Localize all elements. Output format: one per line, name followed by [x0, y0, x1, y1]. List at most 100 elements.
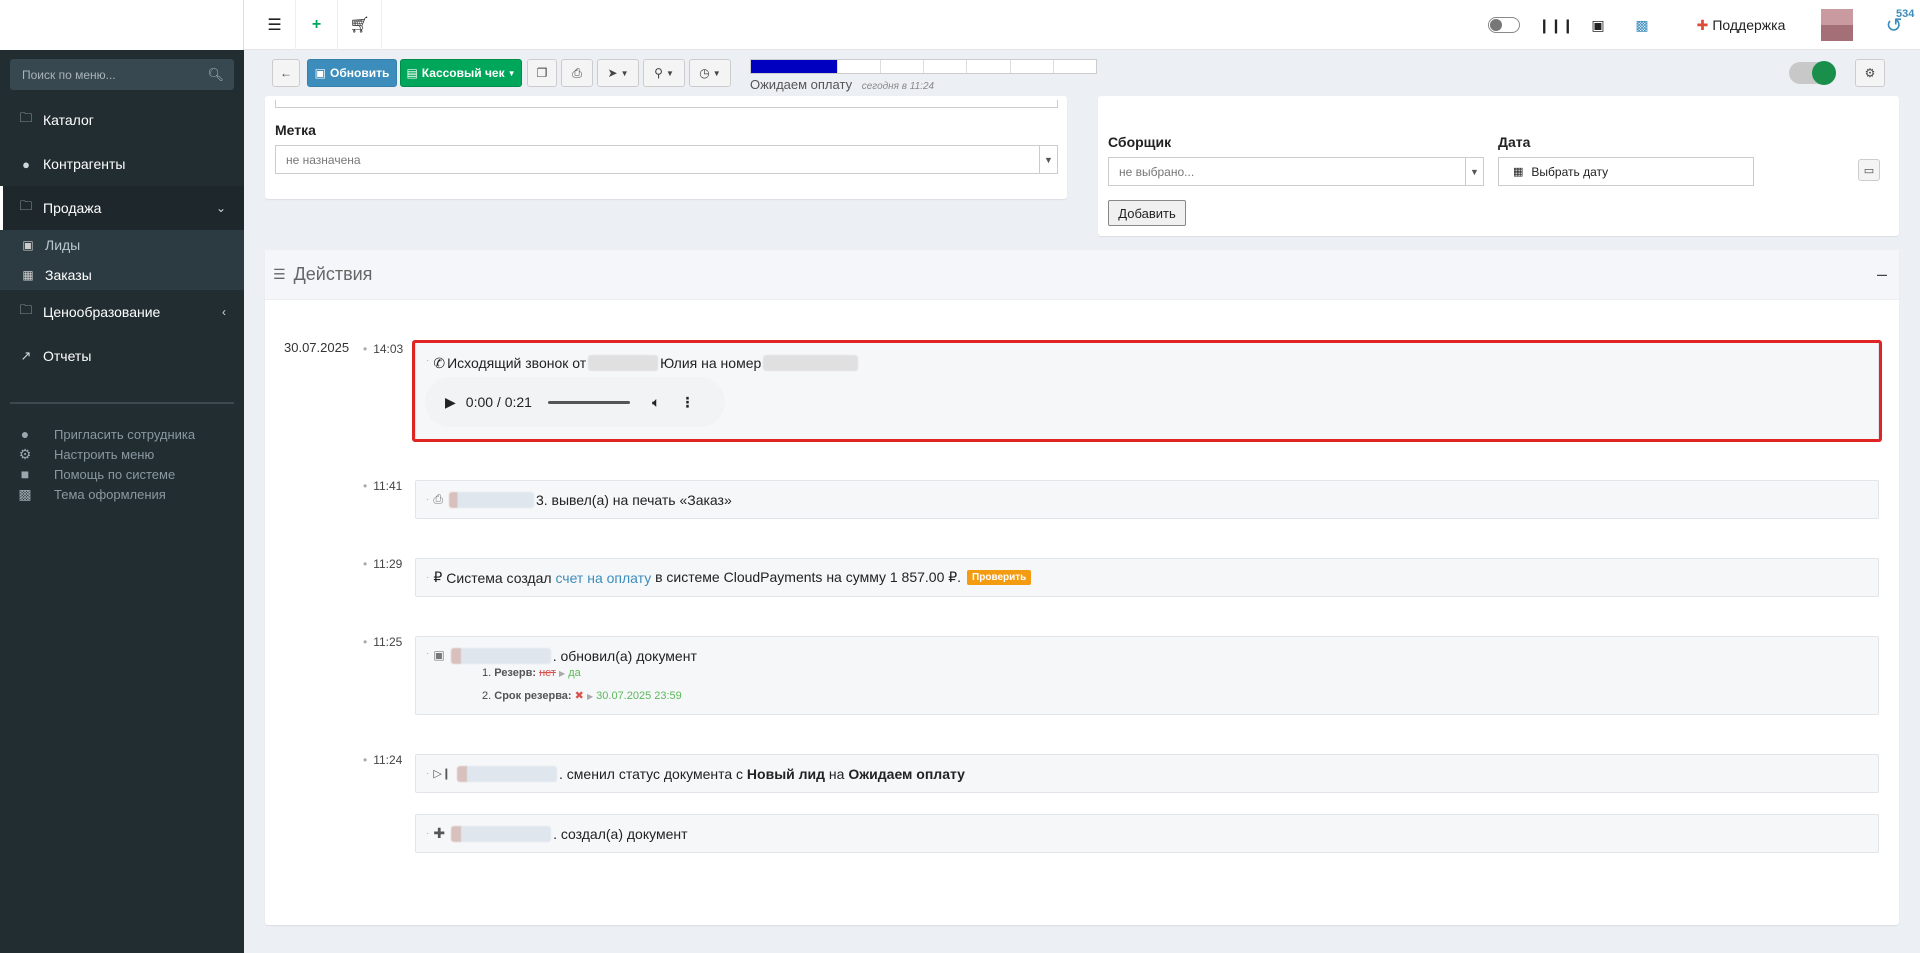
highlight-box — [412, 340, 1882, 442]
print-icon: ⎙ — [572, 65, 582, 80]
sidebar-subitem-label: Заказы — [45, 267, 92, 283]
clock-icon: ◷ — [699, 66, 710, 80]
sidebar-item-label: Контрагенты — [43, 156, 126, 172]
sidebar-item-reports[interactable]: ↗ Отчеты — [0, 334, 244, 378]
caret-down-icon: ▼ — [712, 68, 721, 78]
status-change-entry: · ▷❙ . сменил статус документа с Новый л… — [415, 754, 1879, 793]
users-icon: ● — [22, 156, 30, 172]
back-button[interactable]: ← — [272, 59, 300, 87]
sidebar-subitem-orders[interactable]: ▦ Заказы — [0, 260, 244, 290]
collapse-icon[interactable]: – — [1877, 264, 1887, 285]
theme-toggle[interactable] — [1484, 0, 1524, 50]
invoice-link[interactable]: счет на оплату — [555, 570, 651, 586]
status-progress-fill — [751, 60, 838, 73]
top-bar: ☰ + 🛒︎ ❙❙❙ ▣ ▩ ✚ Поддержка ↺ 534 — [244, 0, 1920, 50]
settings-button[interactable]: ⚙ — [1855, 59, 1885, 87]
sidebar-item-pricing[interactable]: 🗀︎ Ценообразование ‹ — [0, 290, 244, 334]
sidebar-extra-label: Помощь по системе — [54, 466, 176, 482]
tag-select[interactable]: не назначена ▼ — [275, 145, 1058, 174]
caret-down-icon: ▼ — [507, 68, 516, 78]
document-toolbar: ← ▣ Обновить ▤ Кассовый чек ▼ ❐ ⎙ ➤ ▼ ⚲ ▼ … — [265, 50, 1904, 96]
date-button-label: Выбрать дату — [1531, 164, 1609, 179]
status-time: сегодня в 11:24 — [861, 81, 935, 92]
cross-icon: ✖ — [574, 690, 584, 702]
field-remnant — [275, 100, 1058, 108]
arrow-left-icon: ← — [280, 66, 292, 80]
save-icon: ▣ — [433, 648, 445, 662]
timeline-time: 11:29 — [363, 557, 402, 571]
sidebar-item-label: Продажа — [43, 200, 102, 216]
print-button[interactable]: ⎙ — [561, 59, 593, 87]
chart-icon: ↗ — [20, 348, 32, 363]
history-dropdown-button[interactable]: ◷ ▼ — [689, 59, 731, 87]
history-button[interactable]: ↺ 534 — [1872, 0, 1916, 50]
chevron-left-icon: ‹ — [222, 305, 226, 319]
status-progress-bar — [750, 59, 1097, 74]
tag-label: Метка — [275, 122, 316, 138]
sidebar-item-label: Отчеты — [43, 348, 92, 364]
detail-old-value: нет — [539, 667, 556, 679]
detail-row-1: 1. Резерв: нет ▶ да — [482, 667, 581, 679]
print-icon: ⎙ — [433, 492, 443, 506]
sidebar-item-contractors[interactable]: ● Контрагенты — [0, 142, 244, 186]
search-icon[interactable]: 🔍︎ — [207, 67, 224, 83]
timeline-time: 11:24 — [363, 753, 402, 767]
date-label: Дата — [1498, 134, 1531, 150]
notification-count: 534 — [1896, 8, 1915, 20]
add-button[interactable]: Добавить — [1108, 200, 1186, 226]
picker-select[interactable]: не выбрано... ▼ — [1108, 157, 1484, 186]
calendar-icon[interactable]: ▣ — [1578, 0, 1618, 50]
grid-icon: ▦ — [1513, 166, 1524, 178]
menu-search-input[interactable] — [22, 67, 208, 82]
avatar — [1821, 9, 1853, 41]
date-picker-button[interactable]: ▦ Выбрать дату — [1498, 157, 1754, 186]
user-avatar-button[interactable] — [1812, 0, 1862, 50]
detail-row-2: 2. Срок резерва: ✖ ▶ 30.07.2025 23:59 — [482, 689, 682, 702]
sidebar-extra-help[interactable]: ■ Помощь по системе — [0, 464, 244, 484]
redacted-user — [450, 648, 551, 664]
status-to: Ожидаем оплату — [848, 765, 965, 782]
payment-text-b: в системе CloudPayments на сумму 1 857.0… — [655, 569, 962, 585]
sidebar-item-sales[interactable]: 🗀︎ Продажа ⌄ — [0, 186, 244, 230]
print-entry: · ⎙ 3. вывел(а) на печать «Заказ» — [415, 480, 1879, 519]
update-entry: · ▣ . обновил(а) документ — [415, 636, 1879, 715]
hamburger-menu-icon[interactable]: ☰ — [254, 0, 296, 50]
receipt-button[interactable]: ▤ Кассовый чек ▼ — [400, 59, 522, 87]
sidebar-extra-theme[interactable]: ▩ Тема оформления — [0, 484, 244, 504]
table-icon: ▤ — [406, 66, 418, 80]
menu-search[interactable]: 🔍︎ — [10, 59, 234, 90]
send-button[interactable]: ➤ ▼ — [597, 59, 639, 87]
sidebar-extra-invite[interactable]: ● Пригласить сотрудника — [0, 424, 244, 444]
picker-label: Сборщик — [1108, 134, 1172, 150]
support-label: Поддержка — [1712, 17, 1786, 33]
detail-number: 1. — [482, 667, 492, 679]
redacted-user — [451, 825, 552, 842]
folder-icon: 🗀︎ — [19, 110, 33, 125]
detail-key: Резерв: — [494, 667, 537, 679]
folder-icon: 🗀︎ — [19, 302, 33, 317]
refresh-button[interactable]: ▣ Обновить — [307, 59, 397, 87]
sidebar-subitem-leads[interactable]: ▣ Лиды — [0, 230, 244, 260]
payment-entry: · ₽ Система создал счет на оплату в сист… — [415, 558, 1879, 597]
barcode-icon[interactable]: ❙❙❙ — [1536, 0, 1576, 50]
sidebar-item-catalog[interactable]: 🗀︎ Каталог — [0, 98, 244, 142]
attach-button[interactable]: ⚲ ▼ — [643, 59, 685, 87]
tag-panel: Метка не назначена ▼ — [265, 96, 1067, 199]
cart-icon[interactable]: 🛒︎ — [338, 0, 382, 50]
sidebar-extra-menu-settings[interactable]: ⚙ Настроить меню — [0, 444, 244, 464]
sales-submenu: ▣ Лиды ▦ Заказы — [0, 230, 244, 290]
save-icon: ▣ — [314, 66, 326, 80]
app-icon[interactable]: ▩ — [1622, 0, 1662, 50]
support-button[interactable]: ✚ Поддержка — [1686, 0, 1796, 50]
sidebar-extra-label: Тема оформления — [54, 486, 166, 502]
delete-button[interactable]: ▭ — [1858, 159, 1880, 181]
check-badge[interactable]: Проверить — [967, 570, 1032, 585]
plus-icon[interactable]: + — [296, 0, 338, 50]
lines-icon: ☰ — [273, 266, 286, 282]
send-icon: ➤ — [607, 66, 618, 80]
add-button-label: Добавить — [1118, 205, 1176, 221]
copy-button[interactable]: ❐ — [527, 59, 557, 87]
redacted-user — [448, 491, 534, 508]
document-toggle[interactable] — [1789, 61, 1836, 85]
cogs-icon: ⚙ — [18, 445, 32, 462]
